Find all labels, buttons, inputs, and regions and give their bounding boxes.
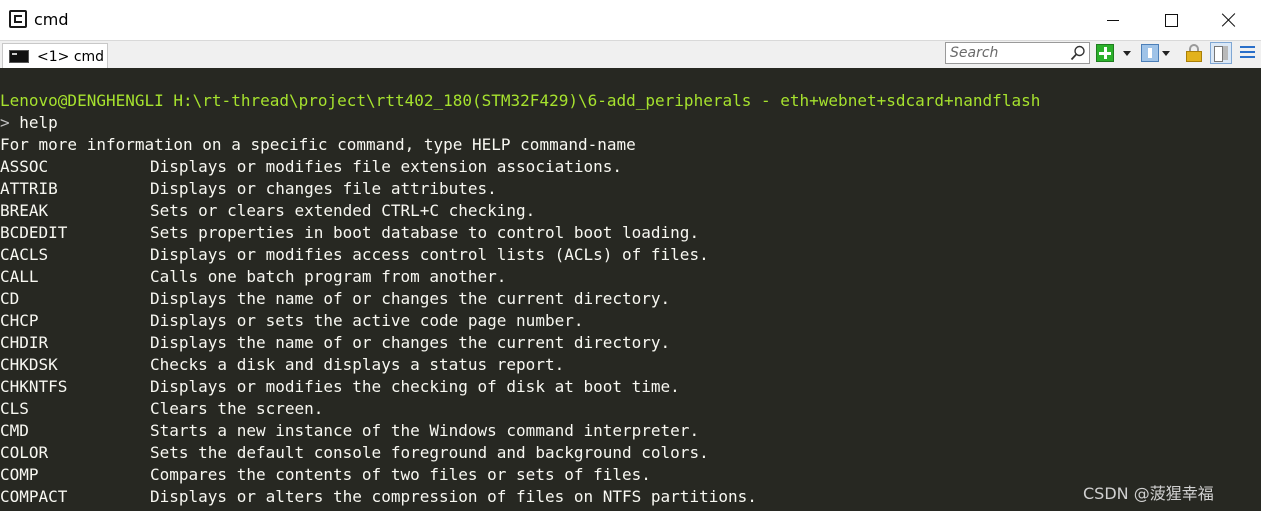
command-description: Compares the contents of two files or se… <box>150 465 651 484</box>
command-name: ASSOC <box>0 157 49 176</box>
command-name: CD <box>0 289 20 308</box>
command-description: Calls one batch program from another. <box>150 267 507 286</box>
search-box <box>945 42 1090 64</box>
command-row: BCDEDIT Sets properties in boot database … <box>0 222 1261 244</box>
lock-icon[interactable] <box>1185 44 1203 62</box>
maximize-button[interactable] <box>1142 0 1200 40</box>
menu-icon[interactable] <box>1240 45 1255 60</box>
command-name: CACLS <box>0 245 49 264</box>
minimize-button[interactable] <box>1084 0 1142 40</box>
command-name: CHKDSK <box>0 355 58 374</box>
command-name: COMP <box>0 465 39 484</box>
minimize-icon <box>1107 19 1119 21</box>
command-description: Checks a disk and displays a status repo… <box>150 355 565 374</box>
command-description: Sets or clears extended CTRL+C checking. <box>150 201 536 220</box>
input-line: > help <box>0 112 58 134</box>
command-row: CHKDSK Checks a disk and displays a statu… <box>0 354 1261 376</box>
command-name: CALL <box>0 267 39 286</box>
command-name: CMD <box>0 421 29 440</box>
command-row: COLOR Sets the default console foreground… <box>0 442 1261 464</box>
command-name: CHCP <box>0 311 39 330</box>
command-name: COLOR <box>0 443 49 462</box>
command-row: COMPACT Displays or alters the compressio… <box>0 486 1261 508</box>
command-name: CHKNTFS <box>0 377 68 396</box>
prompt-path: Lenovo@DENGHENGLI H:\rt-thread\project\r… <box>0 91 1041 110</box>
command-description: Displays or modifies access control list… <box>150 245 709 264</box>
maximize-icon <box>1164 13 1178 27</box>
command-row: CHKNTFS Displays or modifies the checking… <box>0 376 1261 398</box>
command-row: CHDIR Displays the name of or changes the… <box>0 332 1261 354</box>
search-input[interactable] <box>946 43 1070 63</box>
command-description: Displays the name of or changes the curr… <box>150 333 671 352</box>
command-row: ASSOC Displays or modifies file extension… <box>0 156 1261 178</box>
command-description: Starts a new instance of the Windows com… <box>150 421 700 440</box>
command-description: Displays or changes file attributes. <box>150 179 497 198</box>
command-row: COMP Compares the contents of two files o… <box>0 464 1261 486</box>
tab-cmd[interactable]: <1> cmd <box>2 43 108 69</box>
command-row: CACLS Displays or modifies access control… <box>0 244 1261 266</box>
panel-icon[interactable] <box>1141 44 1159 62</box>
command-description: Sets properties in boot database to cont… <box>150 223 700 242</box>
title-bar: cmd <box>0 0 1261 40</box>
command-name: CHDIR <box>0 333 49 352</box>
console-app-icon <box>9 10 27 28</box>
tab-label: <1> cmd <box>37 49 105 65</box>
command-row: CLS Clears the screen. <box>0 398 1261 420</box>
command-row: CHCP Displays or sets the active code pag… <box>0 310 1261 332</box>
split-view-icon[interactable] <box>1210 42 1232 64</box>
command-row: CD Displays the name of or changes the cu… <box>0 288 1261 310</box>
terminal-output[interactable]: Lenovo@DENGHENGLI H:\rt-thread\project\r… <box>0 68 1261 511</box>
command-name: COMPACT <box>0 487 68 506</box>
command-description: Sets the default console foreground and … <box>150 443 709 462</box>
search-icon[interactable] <box>1070 45 1086 61</box>
command-description: Displays or modifies file extension asso… <box>150 157 623 176</box>
command-description: Displays or sets the active code page nu… <box>150 311 584 330</box>
command-name: ATTRIB <box>0 179 58 198</box>
command-name: CLS <box>0 399 29 418</box>
command-row: ATTRIB Displays or changes file attribute… <box>0 178 1261 200</box>
command-row: BREAK Sets or clears extended CTRL+C chec… <box>0 200 1261 222</box>
window-title: cmd <box>34 10 69 29</box>
new-console-dropdown-icon[interactable] <box>1123 51 1131 56</box>
info-line: For more information on a specific comma… <box>0 135 636 154</box>
command-row: CMD Starts a new instance of the Windows … <box>0 420 1261 442</box>
panel-dropdown-icon[interactable] <box>1162 51 1170 56</box>
command-row: CALL Calls one batch program from another… <box>0 266 1261 288</box>
close-icon <box>1222 13 1236 27</box>
prompt-caret: > <box>0 113 10 132</box>
command-name: BREAK <box>0 201 49 220</box>
console-icon <box>9 50 29 63</box>
command-description: Displays the name of or changes the curr… <box>150 289 671 308</box>
command-description: Clears the screen. <box>150 399 324 418</box>
input-command: help <box>19 113 58 132</box>
command-name: BCDEDIT <box>0 223 68 242</box>
command-description: Displays or modifies the checking of dis… <box>150 377 680 396</box>
watermark: CSDN @菠猩幸福 <box>1083 484 1214 503</box>
close-button[interactable] <box>1200 0 1258 40</box>
new-console-icon[interactable] <box>1096 44 1114 62</box>
command-description: Displays or alters the compression of fi… <box>150 487 757 506</box>
